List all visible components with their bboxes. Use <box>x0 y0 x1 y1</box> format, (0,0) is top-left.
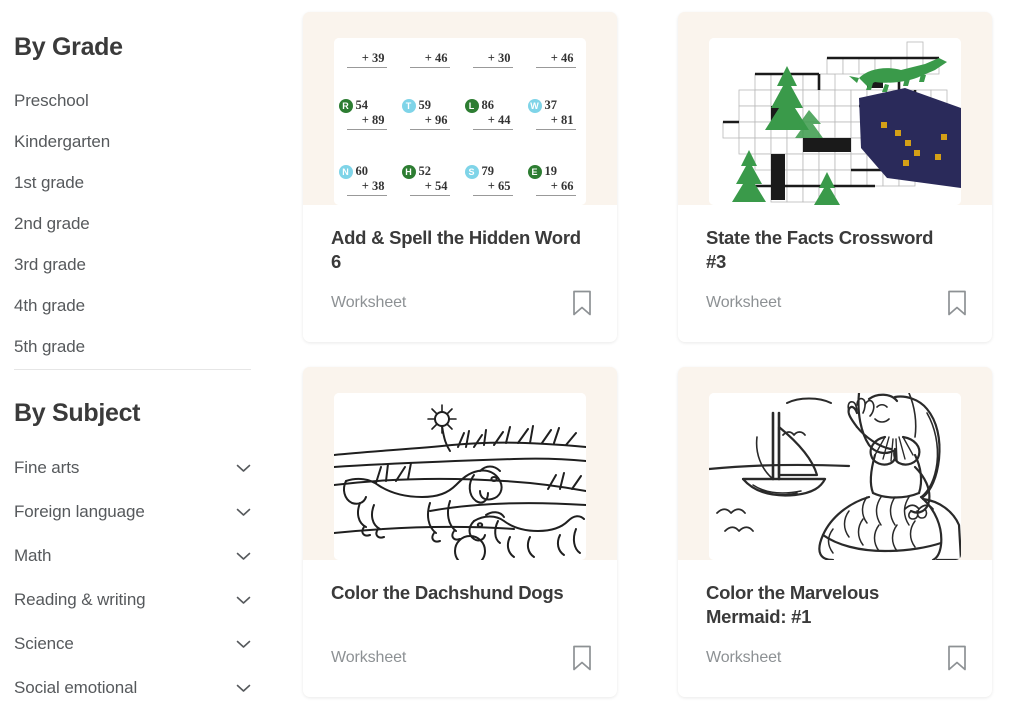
chevron-down-icon <box>236 552 251 561</box>
sidebar-item-1st-grade[interactable]: 1st grade <box>14 162 254 203</box>
bookmark-icon[interactable] <box>947 290 967 316</box>
card-footer: Worksheet <box>706 290 967 316</box>
card-thumbnail[interactable]: X00+ 39 X00+ 46 X00+ 30 X00+ 46 R54+ 89 … <box>303 12 617 205</box>
chevron-down-icon <box>236 508 251 517</box>
result-card[interactable]: Color the Dachshund Dogs Worksheet <box>303 367 617 697</box>
by-subject-heading: By Subject <box>14 399 140 428</box>
sidebar-item-reading-writing[interactable]: Reading & writing <box>14 578 251 622</box>
mermaid-sailboat-coloring-page-image <box>709 393 961 560</box>
sidebar-item-label: Social emotional <box>14 678 137 698</box>
card-body: State the Facts Crossword #3 Worksheet <box>678 205 992 342</box>
subject-filter-list: Fine arts Foreign language Math Reading … <box>14 446 251 711</box>
card-footer: Worksheet <box>331 290 592 316</box>
bookmark-icon[interactable] <box>572 645 592 671</box>
sidebar-item-label: Fine arts <box>14 458 79 478</box>
sidebar-item-math[interactable]: Math <box>14 534 251 578</box>
dachshund-dogs-coloring-page-image <box>334 393 586 560</box>
result-card[interactable]: X00+ 39 X00+ 46 X00+ 30 X00+ 46 R54+ 89 … <box>303 12 617 342</box>
bookmark-icon[interactable] <box>947 645 967 671</box>
sidebar-item-foreign-language[interactable]: Foreign language <box>14 490 251 534</box>
sidebar-divider <box>14 369 251 370</box>
search-results-page: By Grade Preschool Kindergarten 1st grad… <box>0 0 1024 711</box>
sidebar-item-kindergarten[interactable]: Kindergarten <box>14 121 254 162</box>
sidebar-item-2nd-grade[interactable]: 2nd grade <box>14 203 254 244</box>
sidebar-item-social-emotional[interactable]: Social emotional <box>14 666 251 710</box>
sidebar-item-science[interactable]: Science <box>14 622 251 666</box>
card-footer: Worksheet <box>331 645 592 671</box>
card-thumbnail[interactable] <box>678 367 992 560</box>
sidebar-item-label: Reading & writing <box>14 590 146 610</box>
grade-filter-list: Preschool Kindergarten 1st grade 2nd gra… <box>14 80 254 367</box>
sidebar-item-3rd-grade[interactable]: 3rd grade <box>14 244 254 285</box>
sidebar-item-fine-arts[interactable]: Fine arts <box>14 446 251 490</box>
addition-spelling-worksheet-image: X00+ 39 X00+ 46 X00+ 30 X00+ 46 R54+ 89 … <box>334 38 586 205</box>
chevron-down-icon <box>236 596 251 605</box>
card-body: Color the Dachshund Dogs Worksheet <box>303 560 617 697</box>
sidebar-item-5th-grade[interactable]: 5th grade <box>14 326 254 367</box>
sidebar-item-preschool[interactable]: Preschool <box>14 80 254 121</box>
chevron-down-icon <box>236 684 251 693</box>
bookmark-icon[interactable] <box>572 290 592 316</box>
card-body: Add & Spell the Hidden Word 6 Worksheet <box>303 205 617 342</box>
sidebar-item-label: Math <box>14 546 51 566</box>
card-type-label: Worksheet <box>331 649 406 667</box>
filter-sidebar: By Grade Preschool Kindergarten 1st grad… <box>0 0 290 711</box>
sidebar-item-label: Foreign language <box>14 502 145 522</box>
card-footer: Worksheet <box>706 645 967 671</box>
card-title[interactable]: Color the Dachshund Dogs <box>331 581 581 605</box>
card-type-label: Worksheet <box>706 649 781 667</box>
card-type-label: Worksheet <box>706 294 781 312</box>
card-thumbnail[interactable] <box>303 367 617 560</box>
crossword-alaska-flag-image <box>709 38 961 205</box>
chevron-down-icon <box>236 464 251 473</box>
card-title[interactable]: Add & Spell the Hidden Word 6 <box>331 226 581 275</box>
card-type-label: Worksheet <box>331 294 406 312</box>
sidebar-item-4th-grade[interactable]: 4th grade <box>14 285 254 326</box>
card-body: Color the Marvelous Mermaid: #1 Workshee… <box>678 560 992 697</box>
sidebar-item-label: Science <box>14 634 74 654</box>
card-title[interactable]: Color the Marvelous Mermaid: #1 <box>706 581 956 630</box>
card-thumbnail[interactable] <box>678 12 992 205</box>
result-card[interactable]: Color the Marvelous Mermaid: #1 Workshee… <box>678 367 992 697</box>
by-grade-heading: By Grade <box>14 33 123 62</box>
card-title[interactable]: State the Facts Crossword #3 <box>706 226 956 275</box>
result-card[interactable]: State the Facts Crossword #3 Worksheet <box>678 12 992 342</box>
chevron-down-icon <box>236 640 251 649</box>
